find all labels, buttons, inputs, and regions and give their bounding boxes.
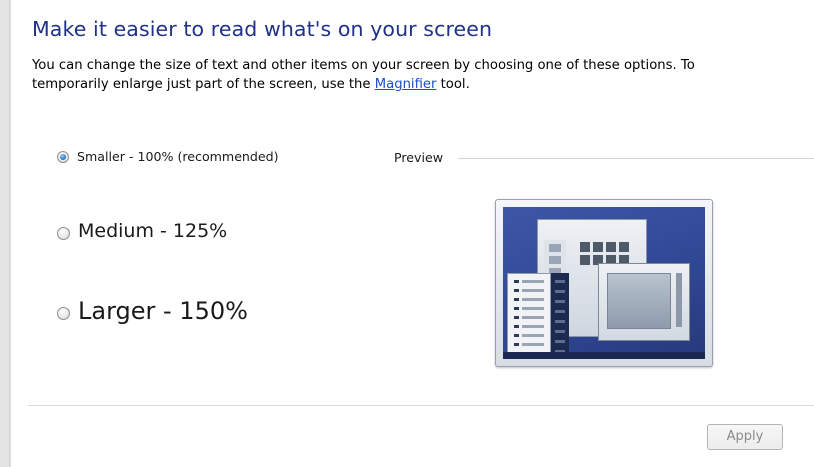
option-larger[interactable]: Larger - 150% bbox=[57, 297, 248, 325]
option-smaller-label[interactable]: Smaller - 100% (recommended) bbox=[77, 149, 279, 164]
preview-taskbar bbox=[503, 352, 705, 359]
footer-divider bbox=[28, 405, 814, 406]
preview-divider bbox=[458, 158, 814, 159]
magnifier-link[interactable]: Magnifier bbox=[375, 77, 437, 92]
preview-front-window bbox=[598, 263, 690, 341]
description-line-2-suffix: tool. bbox=[436, 77, 470, 92]
preview-screen bbox=[503, 207, 705, 359]
description: You can change the size of text and othe… bbox=[32, 56, 812, 94]
preview-start-menu-panel bbox=[551, 273, 569, 353]
option-smaller[interactable]: Smaller - 100% (recommended) bbox=[57, 149, 279, 164]
page-title: Make it easier to read what's on your sc… bbox=[32, 17, 493, 41]
description-line-2: temporarily enlarge just part of the scr… bbox=[32, 75, 812, 94]
preview-label: Preview bbox=[394, 150, 444, 165]
desktop-preview-image bbox=[495, 199, 713, 367]
radio-larger[interactable] bbox=[57, 307, 70, 320]
description-line-2-prefix: temporarily enlarge just part of the scr… bbox=[32, 77, 375, 92]
option-larger-label[interactable]: Larger - 150% bbox=[78, 297, 248, 325]
apply-button[interactable]: Apply bbox=[707, 424, 783, 450]
option-medium-label[interactable]: Medium - 125% bbox=[78, 220, 227, 242]
radio-smaller[interactable] bbox=[57, 150, 69, 163]
radio-medium[interactable] bbox=[57, 226, 70, 240]
preview-start-menu bbox=[507, 273, 551, 355]
window-left-edge bbox=[0, 0, 12, 467]
description-line-1: You can change the size of text and othe… bbox=[32, 58, 695, 73]
option-medium[interactable]: Medium - 125% bbox=[57, 220, 227, 242]
